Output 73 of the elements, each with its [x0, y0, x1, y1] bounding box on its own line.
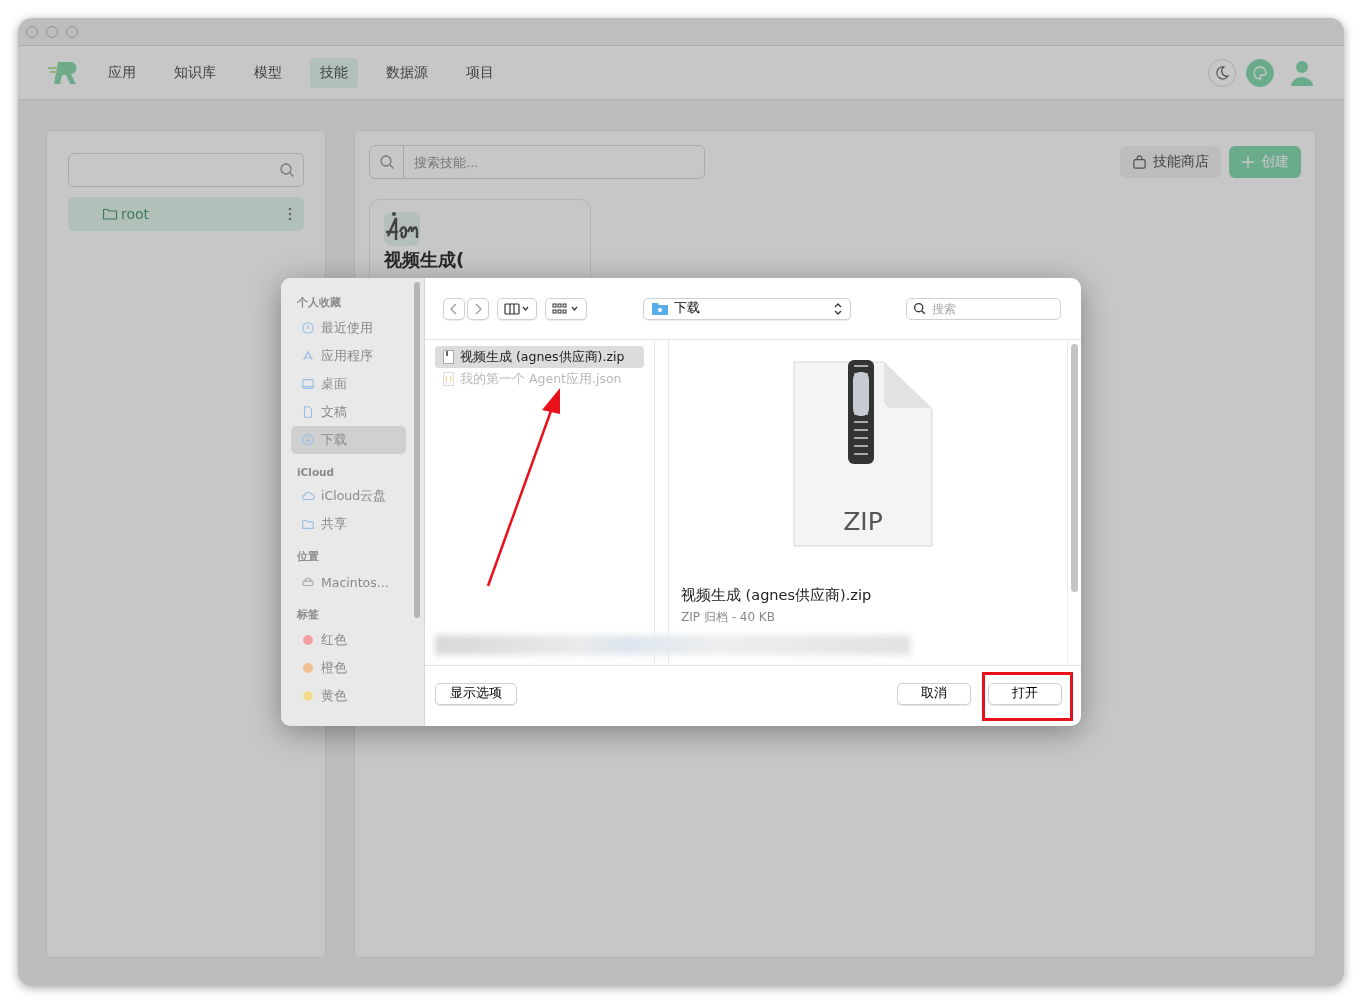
moon-icon[interactable]	[1208, 58, 1236, 87]
zoom-window-icon[interactable]	[66, 25, 78, 38]
sidebar-item[interactable]: 桌面	[291, 370, 406, 398]
columns-icon	[504, 302, 530, 315]
sidebar-item[interactable]: Macintos...	[291, 568, 406, 596]
sidebar-item[interactable]: 文稿	[291, 398, 406, 426]
chevron-right-icon	[474, 302, 482, 315]
stepper-icon	[834, 302, 842, 315]
store-button[interactable]: 技能商店	[1120, 146, 1221, 178]
nav-tab[interactable]: 项目	[456, 57, 504, 88]
folder-label: root	[121, 206, 151, 222]
search-field[interactable]: 搜索	[906, 297, 1061, 320]
sidebar-item[interactable]: 橙色	[291, 654, 406, 682]
location-popup[interactable]: 下载	[643, 297, 851, 320]
sidebar-item[interactable]: 黄色	[291, 682, 406, 710]
file-item[interactable]: 视频生成 (agnes供应商).zip	[435, 346, 644, 368]
clock-icon	[301, 321, 315, 335]
card-title: 视频生成(	[384, 250, 466, 270]
search-icon	[279, 162, 295, 178]
sidebar-item[interactable]: 下载	[291, 426, 406, 454]
preview-file-info: ZIP 归档 - 40 KB	[681, 609, 776, 626]
dialog-button[interactable]: 取消	[897, 682, 971, 705]
forward-button[interactable]	[467, 297, 489, 320]
document-icon	[301, 405, 315, 419]
icon-label: ZIP	[842, 507, 884, 536]
cloud-icon	[301, 489, 315, 503]
scrollbar[interactable]	[414, 282, 420, 618]
section-title: iCloud	[296, 465, 336, 480]
folder-icon	[652, 302, 668, 315]
search-field[interactable]	[68, 153, 304, 187]
nav-tab[interactable]: 模型	[244, 57, 292, 88]
sidebar-item[interactable]: iCloud云盘	[291, 482, 406, 510]
column-view-button[interactable]	[497, 297, 537, 320]
sidebar-item[interactable]: 红色	[291, 626, 406, 654]
dialog-button[interactable]: 打开	[988, 682, 1062, 705]
shared-folder-icon	[301, 517, 315, 531]
download-icon	[301, 433, 315, 447]
more-icon[interactable]	[288, 207, 292, 221]
nav-tab[interactable]: 技能	[310, 57, 358, 88]
search-input[interactable]: 搜索	[932, 300, 1052, 317]
section-title: 位置	[296, 549, 320, 564]
folder-item[interactable]: root	[68, 197, 304, 231]
grid-icon	[552, 302, 580, 315]
section-title: 个人收藏	[296, 295, 342, 310]
folder-icon	[102, 206, 118, 222]
desktop-icon	[301, 377, 315, 391]
palette-icon[interactable]	[1246, 58, 1274, 87]
scrollbar[interactable]	[1071, 344, 1078, 592]
search-icon	[913, 302, 926, 315]
disk-icon	[301, 575, 315, 589]
grid-view-button[interactable]	[545, 297, 587, 320]
chevron-left-icon	[450, 302, 458, 315]
search-icon	[378, 154, 395, 170]
zip-file-icon	[443, 350, 454, 364]
user-icon[interactable]	[1290, 59, 1314, 86]
sidebar-item[interactable]: 应用程序	[291, 342, 406, 370]
minimize-window-icon[interactable]	[46, 25, 58, 38]
search-field[interactable]: 搜索技能...	[369, 145, 705, 179]
nav-tab[interactable]: 应用	[98, 57, 146, 88]
close-window-icon[interactable]	[26, 25, 38, 38]
nav-tab[interactable]: 数据源	[376, 57, 438, 88]
preview-file-name: 视频生成 (agnes供应商).zip	[681, 586, 873, 605]
sidebar-item[interactable]: 共享	[291, 510, 406, 538]
skill-logo-icon	[384, 210, 420, 246]
section-title: 标签	[296, 607, 320, 622]
dialog-button[interactable]: 显示选项	[435, 682, 517, 705]
back-button[interactable]	[443, 297, 465, 320]
plus-icon	[1241, 155, 1255, 169]
nav-tab[interactable]: 知识库	[164, 57, 226, 88]
create-button[interactable]: 创建	[1229, 146, 1301, 178]
search-input[interactable]: 搜索技能...	[404, 154, 704, 170]
json-file-icon	[443, 372, 454, 386]
bag-icon	[1132, 154, 1147, 170]
